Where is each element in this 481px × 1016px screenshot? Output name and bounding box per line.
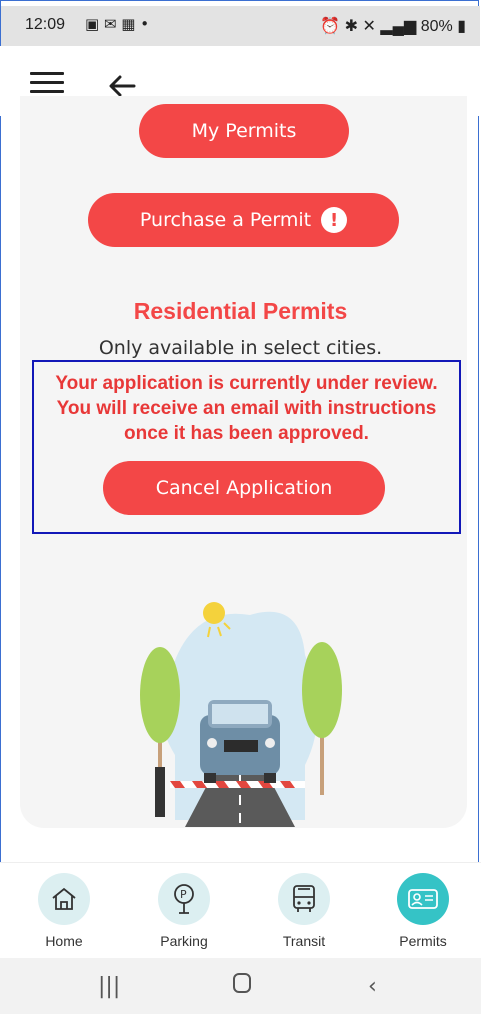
review-line-1: Your application is currently under revi…	[55, 373, 438, 394]
purchase-permit-label: Purchase a Permit	[139, 209, 312, 231]
nav-home-label: Home	[45, 933, 83, 949]
status-time: 12:09	[25, 16, 66, 33]
review-line-3: once it has been approved.	[124, 423, 369, 444]
battery-level: 80%	[420, 18, 453, 35]
review-line-2: You will receive an email with instructi…	[56, 398, 437, 419]
bottom-navigation: Home P Parking Transit Permits	[0, 862, 481, 959]
my-permits-label: My Permits	[191, 120, 297, 142]
purchase-permit-button[interactable]: Purchase a Permit !	[88, 193, 399, 247]
notification-icons: ▣ ✉ ▦ •	[85, 15, 150, 33]
home-button-icon[interactable]	[232, 972, 252, 1000]
battery-icon: ▮	[452, 18, 466, 35]
nav-transit[interactable]: Transit	[259, 873, 349, 949]
bus-icon	[278, 873, 330, 925]
home-icon	[38, 873, 90, 925]
system-navigation-bar: ||| ‹	[0, 958, 481, 1014]
review-message: Your application is currently under revi…	[32, 371, 461, 446]
residential-permits-subtitle: Only available in select cities.	[98, 337, 383, 359]
cancel-application-label: Cancel Application	[155, 477, 333, 499]
status-bar: 12:09 ▣ ✉ ▦ • ⏰ ✱ ✕ ▂▄▆ 80% ▮	[1, 6, 480, 46]
nav-transit-label: Transit	[282, 933, 326, 949]
hamburger-menu-icon[interactable]	[30, 72, 64, 96]
svg-text:P: P	[180, 888, 187, 901]
residential-permits-title: Residential Permits	[133, 298, 348, 324]
signal-icons: ⏰ ✱ ✕ ▂▄▆	[320, 18, 421, 35]
nav-home[interactable]: Home	[19, 873, 109, 949]
alert-icon: !	[321, 207, 348, 233]
nav-permits-label: Permits	[399, 933, 447, 949]
parking-meter-icon: P	[158, 873, 210, 925]
parking-illustration	[130, 595, 360, 834]
permit-card-icon	[397, 873, 449, 925]
status-right: ⏰ ✱ ✕ ▂▄▆ 80% ▮	[320, 16, 466, 36]
nav-parking-label: Parking	[160, 933, 208, 949]
cancel-application-button[interactable]: Cancel Application	[103, 461, 385, 515]
nav-permits[interactable]: Permits	[378, 873, 468, 949]
system-back-icon[interactable]: ‹	[368, 974, 377, 999]
my-permits-button[interactable]: My Permits	[139, 104, 349, 158]
recent-apps-icon[interactable]: |||	[98, 974, 120, 999]
nav-parking[interactable]: P Parking	[139, 873, 229, 949]
